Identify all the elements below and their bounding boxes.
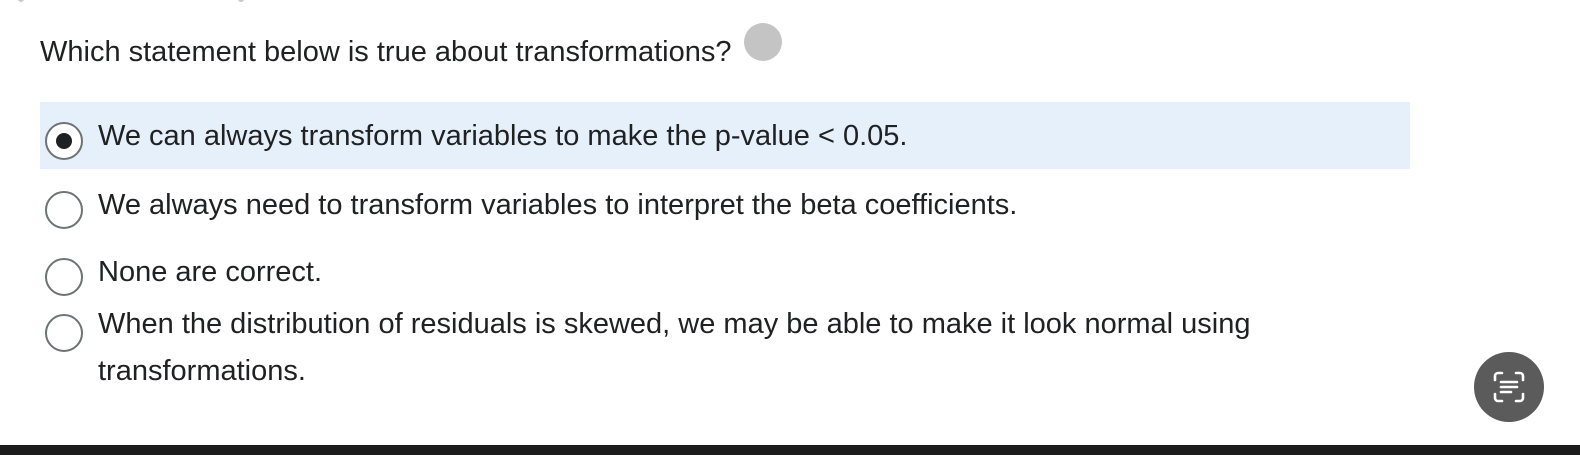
- question-prompt: Which statement below is true about tran…: [40, 23, 782, 74]
- radio-button[interactable]: [45, 314, 83, 352]
- answer-label: We can always transform variables to mak…: [98, 119, 908, 152]
- answer-option-1[interactable]: We can always transform variables to mak…: [40, 102, 1410, 169]
- bottom-bar: [0, 445, 1580, 455]
- text-scan-button[interactable]: [1474, 352, 1544, 422]
- answer-option-2[interactable]: We always need to transform variables to…: [40, 169, 1410, 237]
- radio-button[interactable]: [45, 258, 83, 296]
- radio-button-selected[interactable]: [45, 122, 83, 160]
- clipped-glyph: [238, 0, 244, 2]
- clipped-previous-content: [0, 0, 260, 4]
- answer-option-4[interactable]: When the distribution of residuals is sk…: [40, 299, 1410, 395]
- answer-label: When the distribution of residuals is sk…: [98, 308, 1251, 387]
- answer-label: None are correct.: [98, 256, 323, 288]
- text-scan-icon: [1493, 371, 1525, 403]
- status-dot-icon: [743, 23, 782, 61]
- question-text: Which statement below is true about tran…: [40, 36, 732, 68]
- quiz-page: Which statement below is true about tran…: [0, 0, 1580, 455]
- radio-dot-icon: [56, 133, 72, 149]
- answer-label: We always need to transform variables to…: [98, 189, 1018, 221]
- radio-button[interactable]: [45, 191, 83, 229]
- answer-options: We can always transform variables to mak…: [40, 102, 1410, 395]
- clipped-glyph: [18, 0, 24, 2]
- answer-option-3[interactable]: None are correct.: [40, 237, 1410, 299]
